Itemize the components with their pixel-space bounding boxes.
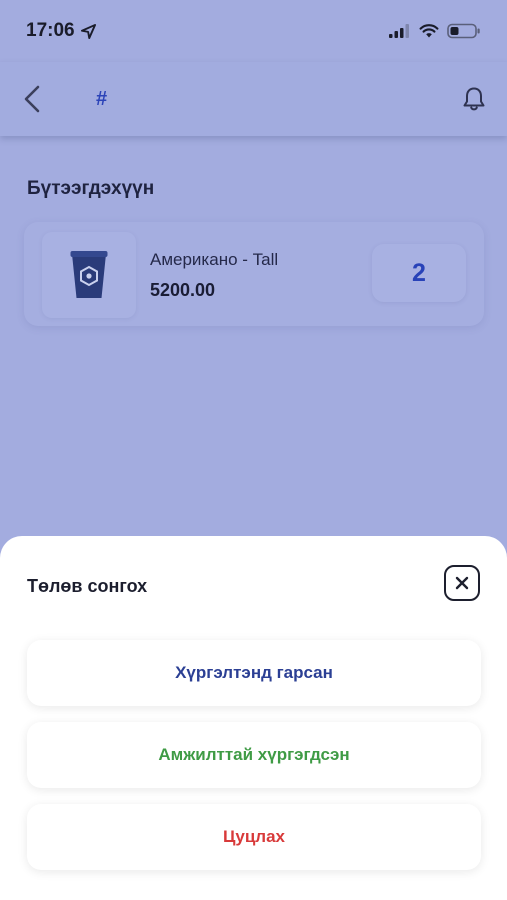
option-out-for-delivery-button[interactable]: Хүргэлтэнд гарсан <box>27 640 481 706</box>
status-bar: 17:06 <box>0 0 507 62</box>
status-time-group: 17:06 <box>26 20 96 42</box>
product-quantity: 2 <box>372 244 466 302</box>
product-name: Американо - Tall <box>150 250 279 269</box>
products-section-title: Бүтээгдэхүүн <box>27 178 155 199</box>
close-icon <box>455 576 469 590</box>
notifications-button[interactable] <box>457 82 491 116</box>
bell-icon <box>463 87 485 111</box>
wifi-icon <box>419 23 439 37</box>
option-cancel-button[interactable]: Цуцлах <box>27 804 481 870</box>
status-indicators <box>389 23 481 39</box>
location-arrow-icon <box>80 23 96 39</box>
product-price: 5200.00 <box>150 280 216 300</box>
status-time: 17:06 <box>26 20 75 41</box>
status-bottom-sheet: Төлөв сонгох Хүргэлтэнд гарсан Амжилттай… <box>0 536 507 900</box>
product-thumbnail <box>42 232 136 318</box>
page-title: # <box>96 88 108 110</box>
coffee-cup-icon <box>70 251 108 298</box>
product-card: Американо - Tall 5200.00 2 <box>24 222 484 326</box>
chevron-left-icon <box>24 85 40 113</box>
close-button[interactable] <box>444 565 480 601</box>
sheet-title: Төлөв сонгох <box>27 576 148 596</box>
battery-icon <box>447 23 480 39</box>
cellular-signal-icon <box>389 24 409 38</box>
option-delivered-button[interactable]: Амжилттай хүргэгдсэн <box>27 722 481 788</box>
app-header: # <box>0 62 507 136</box>
back-button[interactable] <box>16 82 48 116</box>
